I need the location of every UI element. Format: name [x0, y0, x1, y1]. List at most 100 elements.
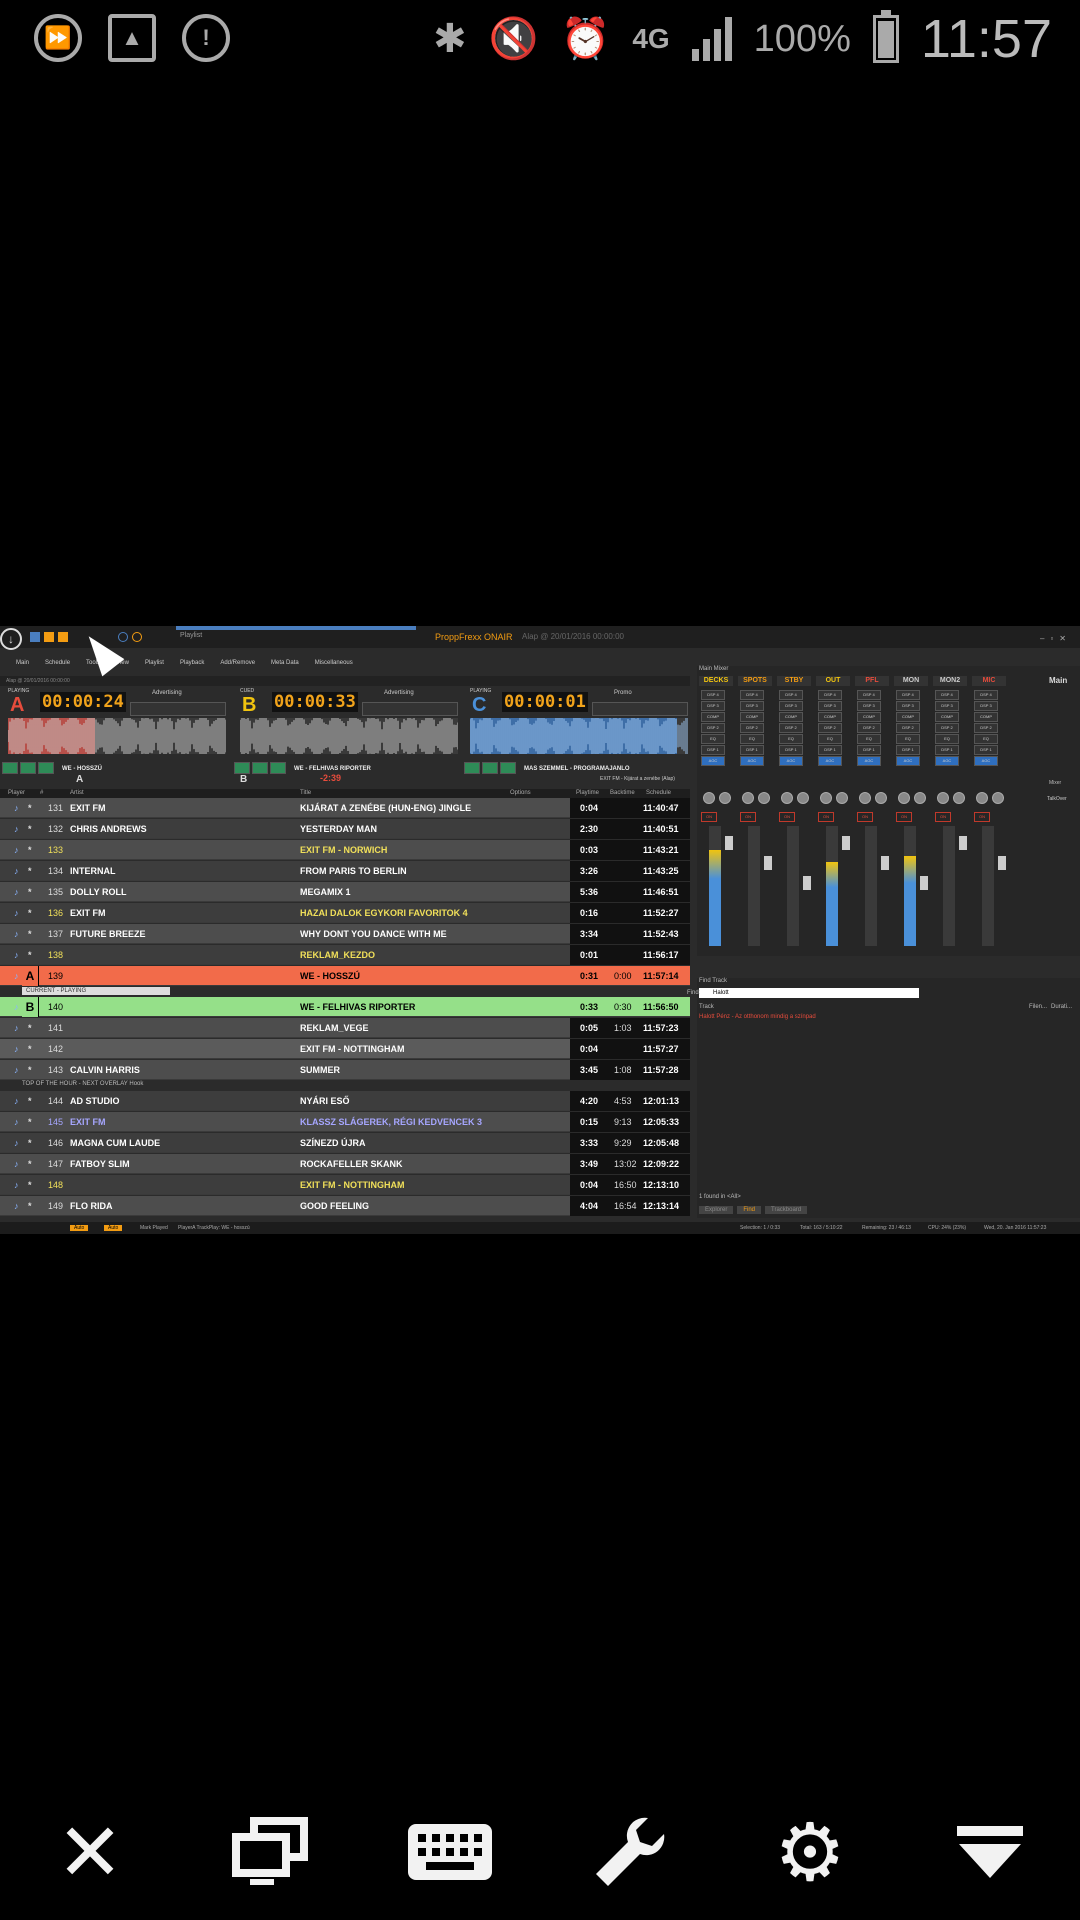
- dsp-button[interactable]: COMP: [896, 712, 920, 722]
- table-row[interactable]: ♪ * 148 EXIT FM - NOTTINGHAM 0:04 16:50 …: [0, 1175, 690, 1195]
- cue-icon[interactable]: [270, 762, 286, 774]
- on-button[interactable]: ON: [896, 812, 912, 822]
- gain-knob[interactable]: [797, 792, 809, 804]
- col-title[interactable]: Title: [300, 790, 311, 796]
- dsp-button[interactable]: EQ: [857, 734, 881, 744]
- pan-knob[interactable]: [976, 792, 988, 804]
- menu-add-remove[interactable]: Add/Remove: [220, 660, 255, 672]
- dsp-button[interactable]: DSP 3: [701, 701, 725, 711]
- col-player[interactable]: Player: [8, 790, 25, 796]
- mixer-channel-spots[interactable]: SPOTS DSP 4 DSP 3 COMP DSP 2 EQ DSP 1 AGC ON: [738, 676, 774, 952]
- pan-knob[interactable]: [742, 792, 754, 804]
- stop-icon[interactable]: [482, 762, 498, 774]
- dsp-button[interactable]: DSP 4: [779, 690, 803, 700]
- dsp-button[interactable]: DSP 2: [779, 723, 803, 733]
- find-input[interactable]: Find: Halott: [687, 988, 919, 998]
- gain-knob[interactable]: [953, 792, 965, 804]
- table-row[interactable]: ♪ * 137 FUTURE BREEZE WHY DONT YOU DANCE…: [0, 924, 690, 944]
- deck-b[interactable]: CUED B 00:00:33 Advertising WE - FELHIVA…: [234, 686, 462, 786]
- mixer-channel-mic[interactable]: MIC DSP 4 DSP 3 COMP DSP 2 EQ DSP 1 AGC ON: [972, 676, 1008, 952]
- dsp-button[interactable]: AGC: [740, 756, 764, 766]
- table-row[interactable]: ♪ * 131 EXIT FM KIJÁRAT A ZENÉBE (HUN-EN…: [0, 798, 690, 818]
- table-row[interactable]: ♪ * 141 REKLAM_VEGE 0:05 1:03 11:57:23: [0, 1018, 690, 1038]
- dsp-button[interactable]: AGC: [701, 756, 725, 766]
- channel-fader[interactable]: [764, 856, 772, 870]
- mixer-channel-mon[interactable]: MON DSP 4 DSP 3 COMP DSP 2 EQ DSP 1 AGC ON: [894, 676, 930, 952]
- auto-toggle[interactable]: Auto: [70, 1225, 89, 1231]
- pan-knob[interactable]: [898, 792, 910, 804]
- pan-knob[interactable]: [820, 792, 832, 804]
- dsp-button[interactable]: DSP 2: [818, 723, 842, 733]
- dsp-button[interactable]: DSP 4: [740, 690, 764, 700]
- find-tab-find[interactable]: Find: [737, 1206, 762, 1214]
- talkover-button[interactable]: TalkOver: [1047, 796, 1067, 802]
- gain-knob[interactable]: [875, 792, 887, 804]
- close-icon[interactable]: ✕: [0, 1808, 180, 1897]
- dsp-button[interactable]: DSP 4: [857, 690, 881, 700]
- mixer-channel-out[interactable]: OUT DSP 4 DSP 3 COMP DSP 2 EQ DSP 1 AGC ON: [816, 676, 852, 952]
- menu-playlist[interactable]: Playlist: [145, 660, 164, 672]
- mark-played[interactable]: Mark Played: [140, 1225, 168, 1231]
- mixer-channel-mon2[interactable]: MON2 DSP 4 DSP 3 COMP DSP 2 EQ DSP 1 AGC ON: [933, 676, 969, 952]
- dsp-button[interactable]: COMP: [701, 712, 725, 722]
- find-tab-explorer[interactable]: Explorer: [699, 1206, 734, 1214]
- on-button[interactable]: ON: [701, 812, 717, 822]
- find-tab-trackboard[interactable]: Trackboard: [765, 1206, 808, 1214]
- dsp-button[interactable]: COMP: [818, 712, 842, 722]
- dsp-button[interactable]: EQ: [935, 734, 959, 744]
- col-playtime[interactable]: Playtime: [576, 790, 599, 796]
- deck-transport[interactable]: [2, 762, 54, 774]
- dsp-button[interactable]: DSP 1: [896, 745, 920, 755]
- playlist-grid[interactable]: Player # Artist Title Options Playtime Backtim…: [0, 789, 690, 1219]
- col-options[interactable]: Options: [510, 790, 531, 796]
- window-controls[interactable]: –▫✕: [1040, 634, 1072, 643]
- col-backtime[interactable]: Backtime: [610, 790, 635, 796]
- dsp-button[interactable]: DSP 2: [935, 723, 959, 733]
- pan-knob[interactable]: [781, 792, 793, 804]
- on-button[interactable]: ON: [857, 812, 873, 822]
- on-button[interactable]: ON: [935, 812, 951, 822]
- table-row[interactable]: ♪ * 146 MAGNA CUM LAUDE SZÍNEZD ÚJRA 3:3…: [0, 1133, 690, 1153]
- table-row[interactable]: ♪ * 143 CALVIN HARRIS SUMMER 3:45 1:08 1…: [0, 1060, 690, 1080]
- menu-playback[interactable]: Playback: [180, 660, 204, 672]
- col-schedule[interactable]: Schedule: [646, 790, 671, 796]
- monitors-icon[interactable]: [180, 1812, 360, 1892]
- gain-knob[interactable]: [914, 792, 926, 804]
- pan-knob[interactable]: [703, 792, 715, 804]
- dsp-button[interactable]: DSP 1: [935, 745, 959, 755]
- dsp-button[interactable]: DSP 3: [857, 701, 881, 711]
- gear-icon[interactable]: ⚙: [720, 1808, 900, 1897]
- table-row[interactable]: ♪ * 142 EXIT FM - NOTTINGHAM 0:04 11:57:…: [0, 1039, 690, 1059]
- on-button[interactable]: ON: [779, 812, 795, 822]
- dsp-button[interactable]: DSP 4: [935, 690, 959, 700]
- pan-knob[interactable]: [859, 792, 871, 804]
- dsp-button[interactable]: DSP 3: [740, 701, 764, 711]
- dsp-button[interactable]: AGC: [896, 756, 920, 766]
- clock-icon[interactable]: [118, 632, 128, 642]
- dsp-button[interactable]: EQ: [779, 734, 803, 744]
- dsp-button[interactable]: EQ: [896, 734, 920, 744]
- dsp-button[interactable]: DSP 4: [818, 690, 842, 700]
- deck-waveform[interactable]: [8, 718, 226, 754]
- dsp-button[interactable]: DSP 1: [818, 745, 842, 755]
- table-row[interactable]: ♪ * 149 FLO RIDA GOOD FEELING 4:04 16:54…: [0, 1196, 690, 1216]
- on-button[interactable]: ON: [818, 812, 834, 822]
- table-row[interactable]: ♪ * 133 EXIT FM - NORWICH 0:03 11:43:21: [0, 840, 690, 860]
- play-icon[interactable]: [2, 762, 18, 774]
- table-row[interactable]: ♪ * 132 CHRIS ANDREWS YESTERDAY MAN 2:30…: [0, 819, 690, 839]
- play-icon[interactable]: [234, 762, 250, 774]
- gain-knob[interactable]: [758, 792, 770, 804]
- deck-transport[interactable]: [234, 762, 286, 774]
- cue-icon[interactable]: [500, 762, 516, 774]
- dsp-button[interactable]: DSP 2: [896, 723, 920, 733]
- dsp-button[interactable]: DSP 3: [935, 701, 959, 711]
- channel-fader[interactable]: [920, 876, 928, 890]
- dsp-button[interactable]: DSP 2: [857, 723, 881, 733]
- table-row[interactable]: ♪ * 135 DOLLY ROLL MEGAMIX 1 5:36 11:46:…: [0, 882, 690, 902]
- mixer-channel-pfl[interactable]: PFL DSP 4 DSP 3 COMP DSP 2 EQ DSP 1 AGC ON: [855, 676, 891, 952]
- dsp-button[interactable]: DSP 4: [896, 690, 920, 700]
- table-row[interactable]: ♪ * 145 EXIT FM KLASSZ SLÁGEREK, RÉGI KE…: [0, 1112, 690, 1132]
- dsp-button[interactable]: EQ: [740, 734, 764, 744]
- channel-fader[interactable]: [998, 856, 1006, 870]
- dsp-button[interactable]: DSP 3: [974, 701, 998, 711]
